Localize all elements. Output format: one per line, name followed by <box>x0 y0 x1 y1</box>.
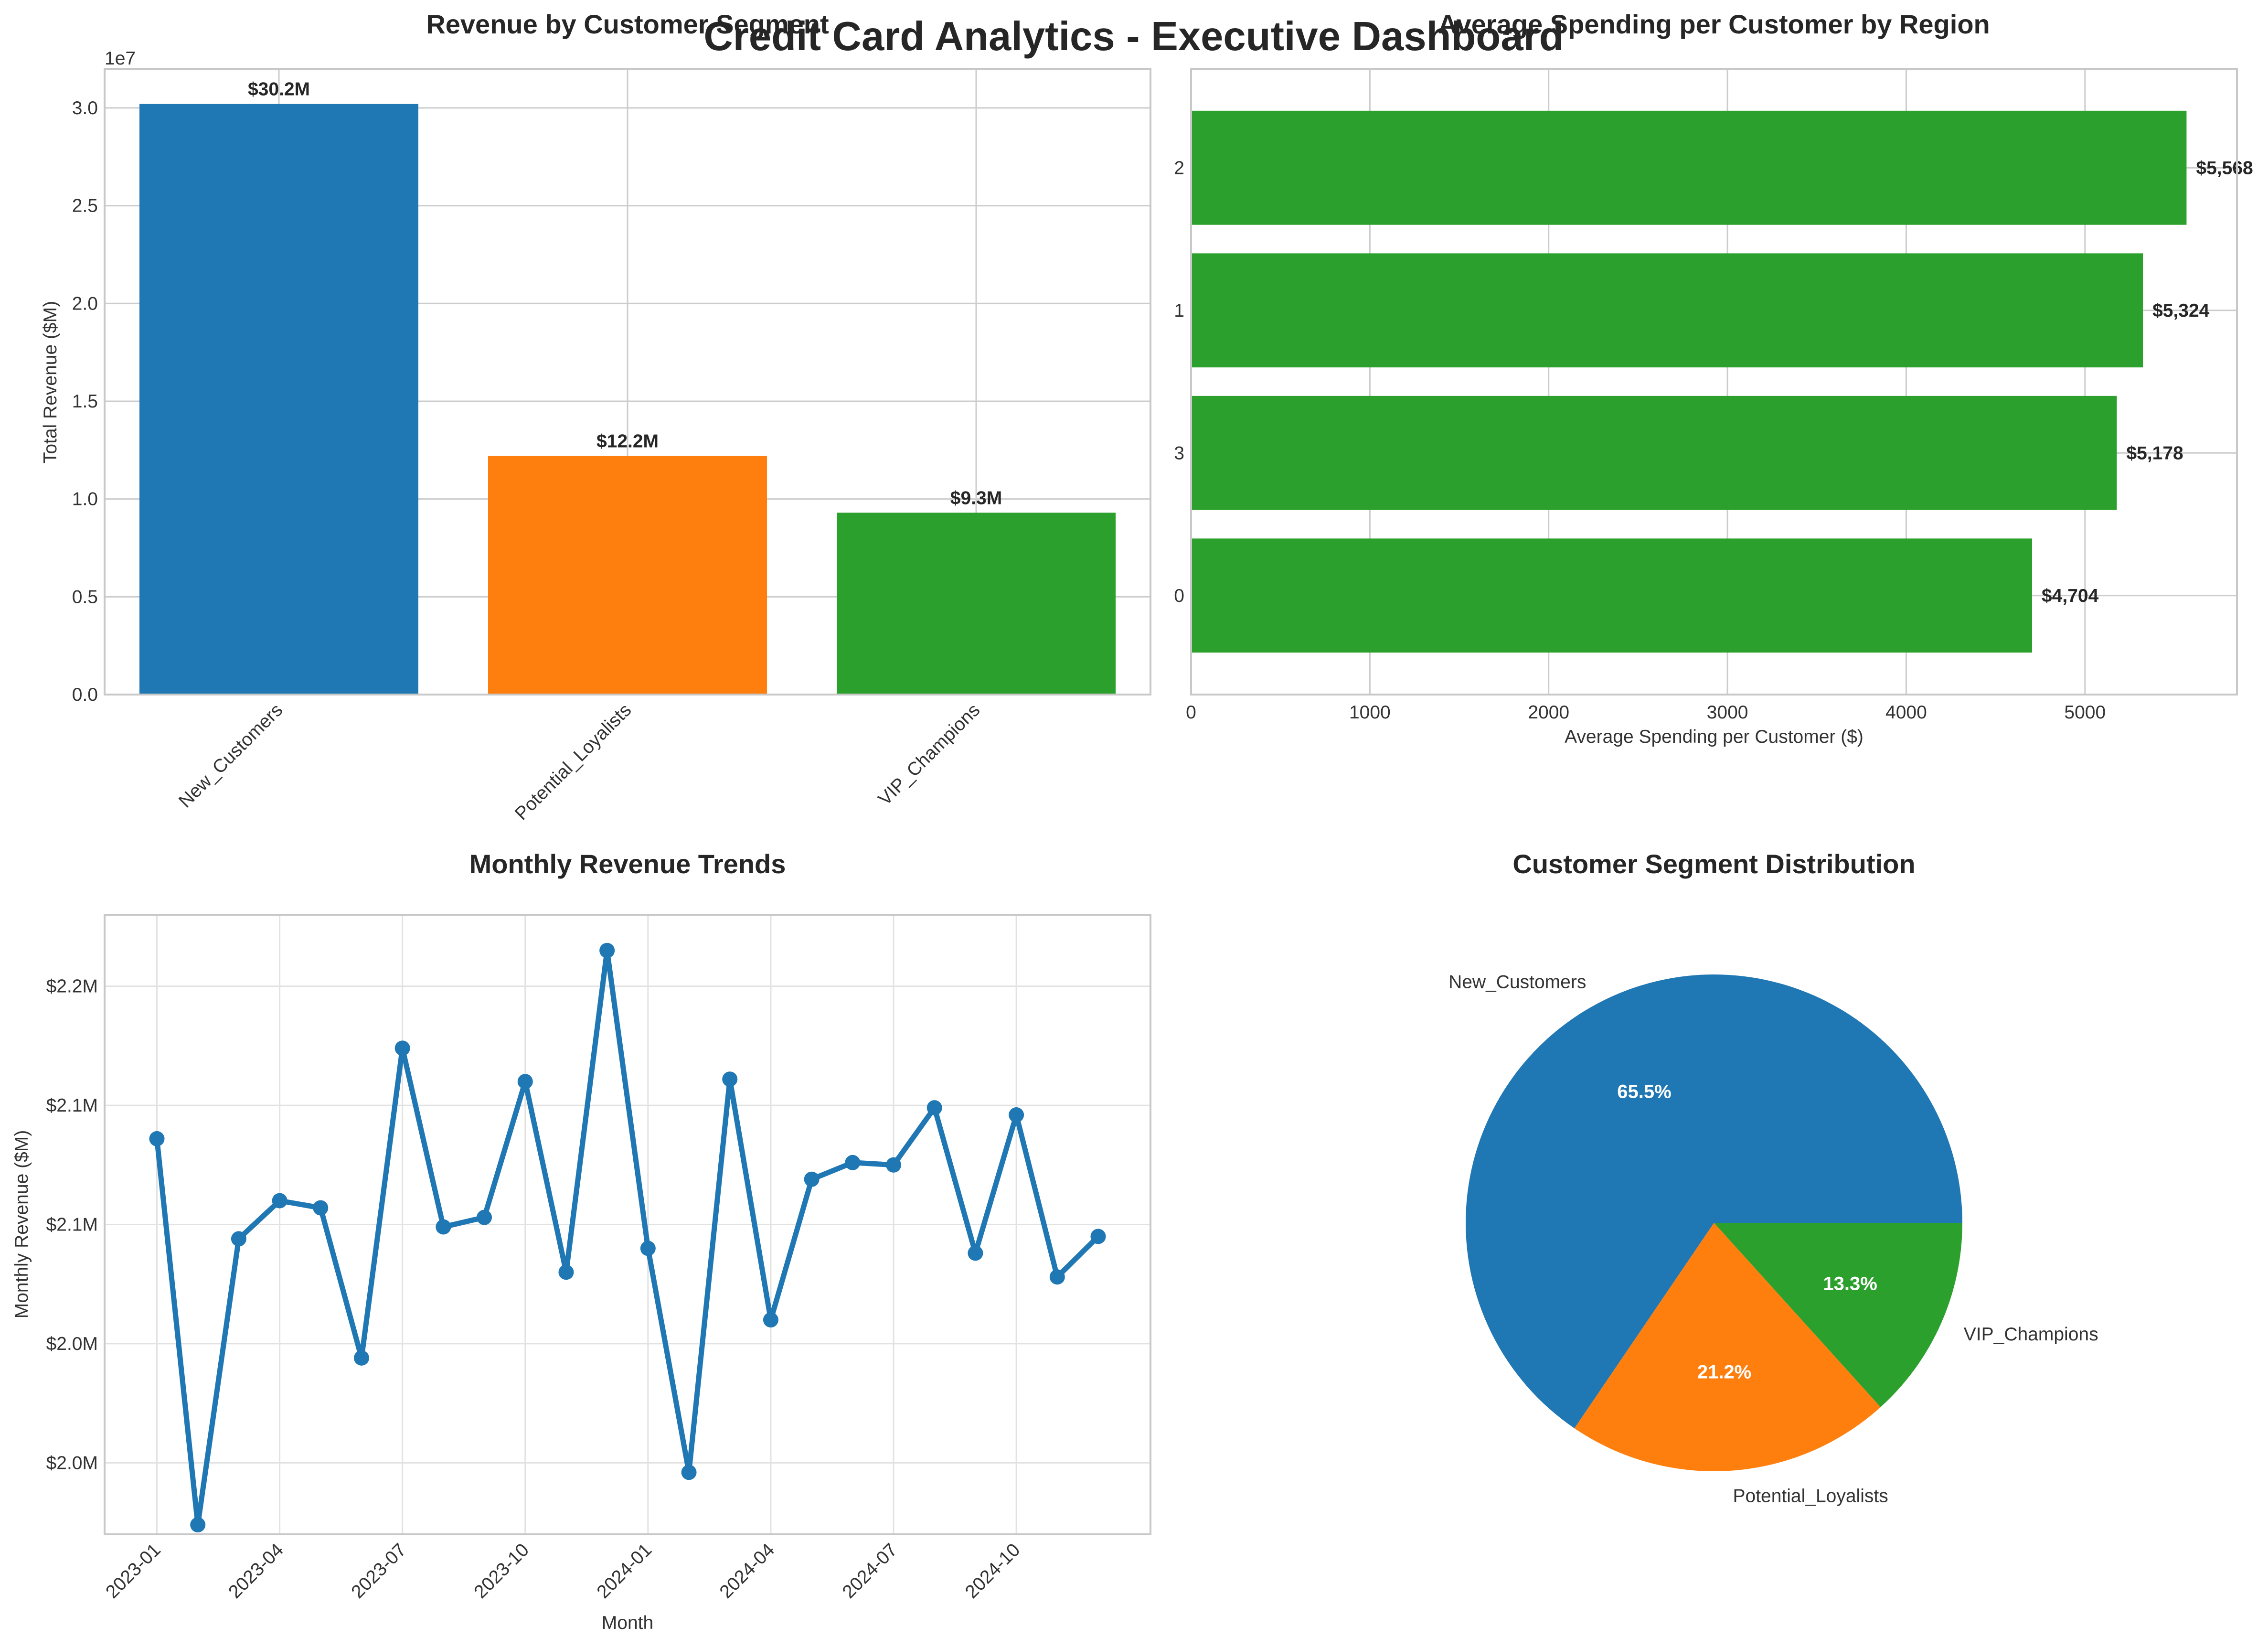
trend-point <box>394 1040 410 1056</box>
trend-point <box>353 1350 369 1366</box>
trend-point <box>599 942 615 958</box>
pie-segment-label: VIP_Champions <box>1964 1324 2098 1345</box>
trend-point <box>804 1171 820 1187</box>
revenue-y-tick-label: 2.5 <box>72 196 98 216</box>
dashboard-figure: $30.2M $12.2M $9.3M 0.0 0.5 1.0 1.5 2.0 2.5 3.0 N… <box>0 0 2268 1646</box>
trend-y-tick-label: $2.2M <box>46 976 98 997</box>
trend-point <box>436 1219 451 1235</box>
trend-chart-title: Monthly Revenue Trends <box>469 849 786 879</box>
trend-point <box>477 1209 492 1225</box>
trend-y-tick-label: $2.0M <box>46 1334 98 1354</box>
revenue-bar <box>488 456 767 695</box>
trend-point <box>517 1074 533 1090</box>
spending-y-tick-label: 3 <box>1174 443 1184 463</box>
pie-chart-title: Customer Segment Distribution <box>1512 849 1915 879</box>
spending-x-tick-label: 4000 <box>1885 702 1927 723</box>
revenue-y-tick-label: 2.0 <box>72 293 98 314</box>
trend-point <box>231 1231 246 1247</box>
revenue-bar-label: $9.3M <box>950 488 1002 508</box>
pie-segment-label: Potential_Loyalists <box>1733 1486 1888 1507</box>
trend-point <box>968 1245 983 1261</box>
revenue-y-tick-label: 1.0 <box>72 489 98 510</box>
spending-x-tick-label: 2000 <box>1528 702 1569 723</box>
pie-percent-label: 13.3% <box>1823 1273 1877 1295</box>
trend-y-axis-label: Monthly Revenue ($M) <box>11 1130 32 1319</box>
spending-y-tick-label: 1 <box>1174 300 1184 321</box>
trend-point <box>149 1131 165 1146</box>
pie-percent-label: 21.2% <box>1697 1361 1751 1382</box>
dashboard: $30.2M $12.2M $9.3M 0.0 0.5 1.0 1.5 2.0 2.5 3.0 N… <box>0 0 2268 1646</box>
revenue-bar-label: $30.2M <box>248 79 310 100</box>
revenue-y-tick-label: 3.0 <box>72 98 98 118</box>
spending-bar-label: $5,568 <box>2196 158 2253 178</box>
trend-point <box>190 1517 206 1533</box>
trend-point <box>1049 1269 1065 1285</box>
trend-point <box>272 1193 287 1209</box>
revenue-y-tick-label: 0.0 <box>72 685 98 705</box>
trend-y-tick-label: $2.1M <box>46 1215 98 1235</box>
spending-bar <box>1191 538 2032 653</box>
pie-percent-label: 65.5% <box>1617 1081 1671 1102</box>
revenue-bar-label: $12.2M <box>596 431 659 452</box>
trend-point <box>926 1100 942 1116</box>
spending-x-tick-label: 1000 <box>1349 702 1391 723</box>
trend-point <box>886 1157 902 1173</box>
revenue-y-axis-label: Total Revenue ($M) <box>40 301 61 463</box>
trend-point <box>681 1465 697 1480</box>
trend-y-tick-label: $2.1M <box>46 1095 98 1116</box>
spending-x-axis-label: Average Spending per Customer ($) <box>1565 727 1863 747</box>
spending-bar-label: $4,704 <box>2042 586 2099 606</box>
dashboard-title: Credit Card Analytics - Executive Dashbo… <box>703 14 1564 59</box>
monthly-revenue-trend-chart: $2.0M$2.0M$2.1M$2.1M$2.2M2023-01 2023-04 2… <box>11 849 1151 1633</box>
trend-point <box>845 1155 861 1170</box>
trend-point <box>1009 1107 1024 1123</box>
spending-y-tick-label: 2 <box>1174 158 1184 178</box>
trend-point <box>1090 1229 1106 1244</box>
trend-point <box>763 1312 778 1328</box>
spending-x-tick-label: 3000 <box>1707 702 1748 723</box>
trend-point <box>558 1264 574 1280</box>
spending-bar <box>1191 110 2187 225</box>
spending-x-tick-label: 0 <box>1186 702 1196 723</box>
spending-x-tick-label: 5000 <box>2064 702 2106 723</box>
pie-segment-label: New_Customers <box>1448 972 1586 992</box>
spending-bar <box>1191 396 2117 510</box>
trend-x-axis-label: Month <box>602 1613 653 1633</box>
revenue-y-tick-label: 1.5 <box>72 391 98 412</box>
spending-bar <box>1191 253 2143 368</box>
spending-bar-label: $5,178 <box>2126 443 2183 463</box>
avg-spending-by-region-chart: $5,568 $5,324 $5,178 $4,704 0 1000 2000 3000 40… <box>1174 9 2253 747</box>
trend-point <box>313 1200 329 1216</box>
trend-y-tick-label: $2.0M <box>46 1453 98 1473</box>
trend-point <box>640 1241 656 1256</box>
revenue-bar <box>139 104 418 695</box>
trend-point <box>722 1071 738 1087</box>
spending-y-tick-label: 0 <box>1174 586 1184 606</box>
revenue-bar <box>837 513 1116 695</box>
revenue-offset-text: 1e7 <box>105 48 136 69</box>
revenue-y-tick-label: 0.5 <box>72 587 98 607</box>
spending-bar-label: $5,324 <box>2152 300 2210 321</box>
